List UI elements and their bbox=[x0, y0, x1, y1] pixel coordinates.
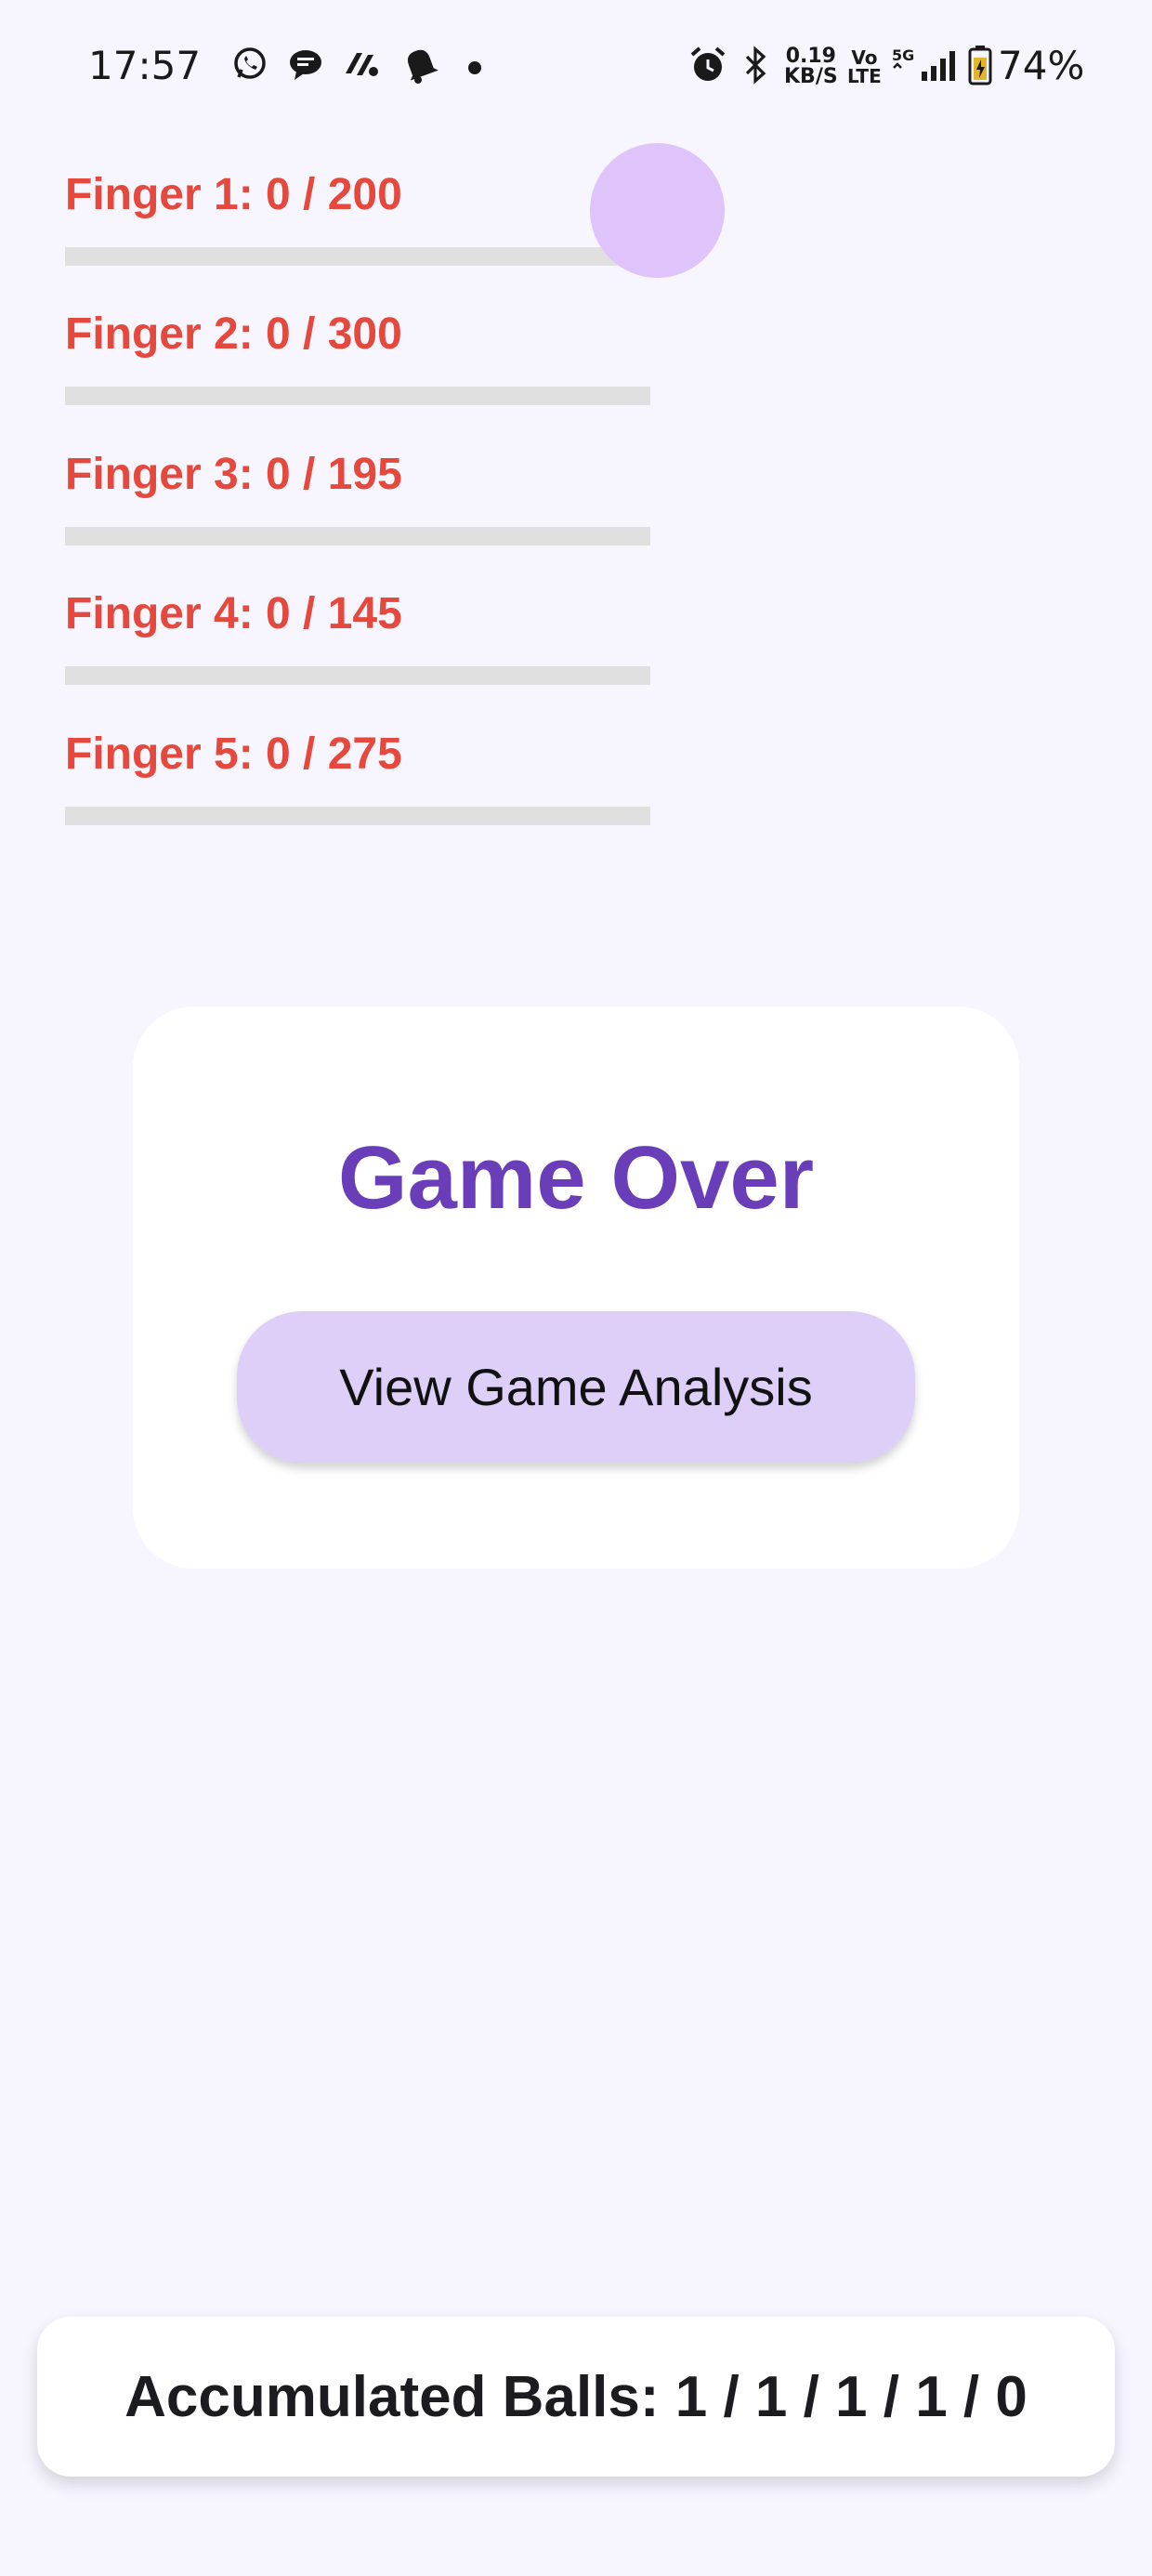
finger-label: Finger 4: 0 / 145 bbox=[65, 589, 402, 638]
network-type: 5G bbox=[892, 46, 914, 64]
finger-row-1: Finger 1: 0 / 200 bbox=[65, 169, 660, 266]
accumulated-balls-label: Accumulated Balls: 1 / 1 / 1 / 1 / 0 bbox=[124, 2364, 1028, 2429]
whatsapp-icon bbox=[230, 45, 269, 84]
accumulated-balls-panel: Accumulated Balls: 1 / 1 / 1 / 1 / 0 bbox=[37, 2317, 1115, 2477]
app-logo-icon bbox=[342, 45, 381, 84]
finger-progress-track bbox=[65, 527, 650, 545]
game-over-title: Game Over bbox=[337, 1128, 815, 1228]
finger-label: Finger 1: 0 / 200 bbox=[65, 170, 402, 219]
alarm-icon bbox=[687, 43, 728, 87]
finger-label: Finger 2: 0 / 300 bbox=[65, 309, 402, 359]
finger-row-4: Finger 4: 0 / 145 bbox=[65, 588, 660, 685]
bluetooth-icon bbox=[740, 43, 773, 87]
status-bar: 17:57 0.19 KB/S Vo LTE 5G 74% bbox=[0, 0, 1152, 139]
finger-row-5: Finger 5: 0 / 275 bbox=[65, 729, 660, 825]
network-speed: 0.19 KB/S bbox=[784, 46, 838, 87]
battery-percent: 74% bbox=[998, 43, 1085, 88]
signal-icon: 5G bbox=[890, 43, 959, 87]
volte-indicator: Vo LTE bbox=[847, 48, 882, 85]
more-dot-icon bbox=[468, 61, 481, 74]
volte-top: Vo bbox=[851, 46, 878, 69]
finger-progress-track bbox=[65, 807, 650, 825]
battery-charging-icon bbox=[966, 43, 994, 87]
finger-progress-track bbox=[65, 666, 650, 685]
view-game-analysis-button[interactable]: View Game Analysis bbox=[237, 1311, 915, 1463]
game-over-card: Game Over View Game Analysis bbox=[133, 1006, 1019, 1569]
network-speed-unit: KB/S bbox=[784, 65, 838, 88]
bell-icon bbox=[399, 45, 439, 84]
finger-label: Finger 5: 0 / 275 bbox=[65, 729, 402, 779]
touch-bubble[interactable] bbox=[590, 143, 725, 278]
finger-row-2: Finger 2: 0 / 300 bbox=[65, 309, 660, 405]
finger-progress-track bbox=[65, 247, 650, 266]
finger-progress-track bbox=[65, 387, 650, 405]
status-time: 17:57 bbox=[88, 43, 202, 88]
network-speed-value: 0.19 bbox=[785, 45, 836, 68]
finger-label: Finger 3: 0 / 195 bbox=[65, 450, 402, 499]
finger-row-3: Finger 3: 0 / 195 bbox=[65, 449, 660, 545]
chat-bubble-icon bbox=[286, 45, 325, 84]
volte-bottom: LTE bbox=[847, 65, 882, 87]
